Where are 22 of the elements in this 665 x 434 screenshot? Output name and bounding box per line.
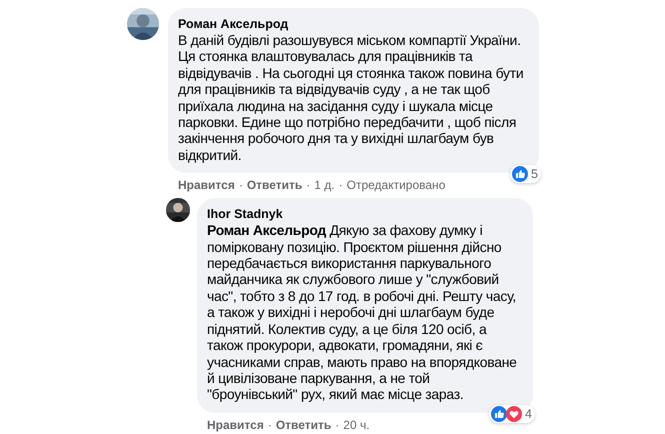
separator-dot: ·	[268, 416, 272, 433]
comment-author[interactable]: Ihor Stadnyk	[207, 206, 521, 222]
action-link[interactable]: Нравится	[178, 177, 235, 194]
separator-dot: ·	[306, 177, 310, 194]
separator-dot: ·	[338, 177, 343, 194]
separator-dot: ·	[335, 416, 340, 433]
comment-text: В даній будівлі разошувувся міськом компартії України. Ця стоянка влаштовувалась для працівників та відвідувачів . На сьогодні ця стоянка також повина бути для працівників та відвідувачів суду , а не так щоб приїхала людина на засідання суду і шукала місце парковки. Едине що потрібно передбачити , щоб після закінчення робочого дня та у вихідні шлагбаум був відкритий.	[178, 32, 524, 164]
comment-meta: Отредактировано	[346, 177, 446, 194]
like-icon	[491, 406, 508, 422]
action-link[interactable]: Нравится	[207, 416, 264, 433]
action-link[interactable]: Ответить	[276, 416, 332, 433]
action-link[interactable]: Ответить	[246, 177, 302, 194]
reaction-summary[interactable]: 5	[510, 165, 541, 184]
reaction-count: 5	[531, 167, 538, 182]
reaction-count: 4	[525, 406, 532, 421]
comment-meta[interactable]: 20 ч.	[343, 416, 370, 433]
reaction-summary[interactable]: 4	[489, 404, 535, 423]
separator-dot: ·	[238, 177, 243, 194]
like-icon	[512, 166, 528, 182]
comment-text: Роман Аксельрод Дякую за фахову думку і помірковану позицію. Проєктом рішення дійсно передбачається використання паркувального майданчика як службового лише у "службовий час", тобто з 8 до 17 год. в робочі дні. Решту часу, а також у вихідні і неробочі дні шлагбаум буде піднятий. Колектив суду, а це біля 120 осіб, а також прокурори, адвокати, громадяни, які є учасниками справ, мають право на впорядковане й цивілізоване паркування, а не той "броунівський" рух, який має місце зараз.	[207, 222, 518, 403]
comment-meta[interactable]: 1 д.	[314, 177, 335, 194]
comment-author[interactable]: Роман Аксельрод	[178, 16, 527, 32]
